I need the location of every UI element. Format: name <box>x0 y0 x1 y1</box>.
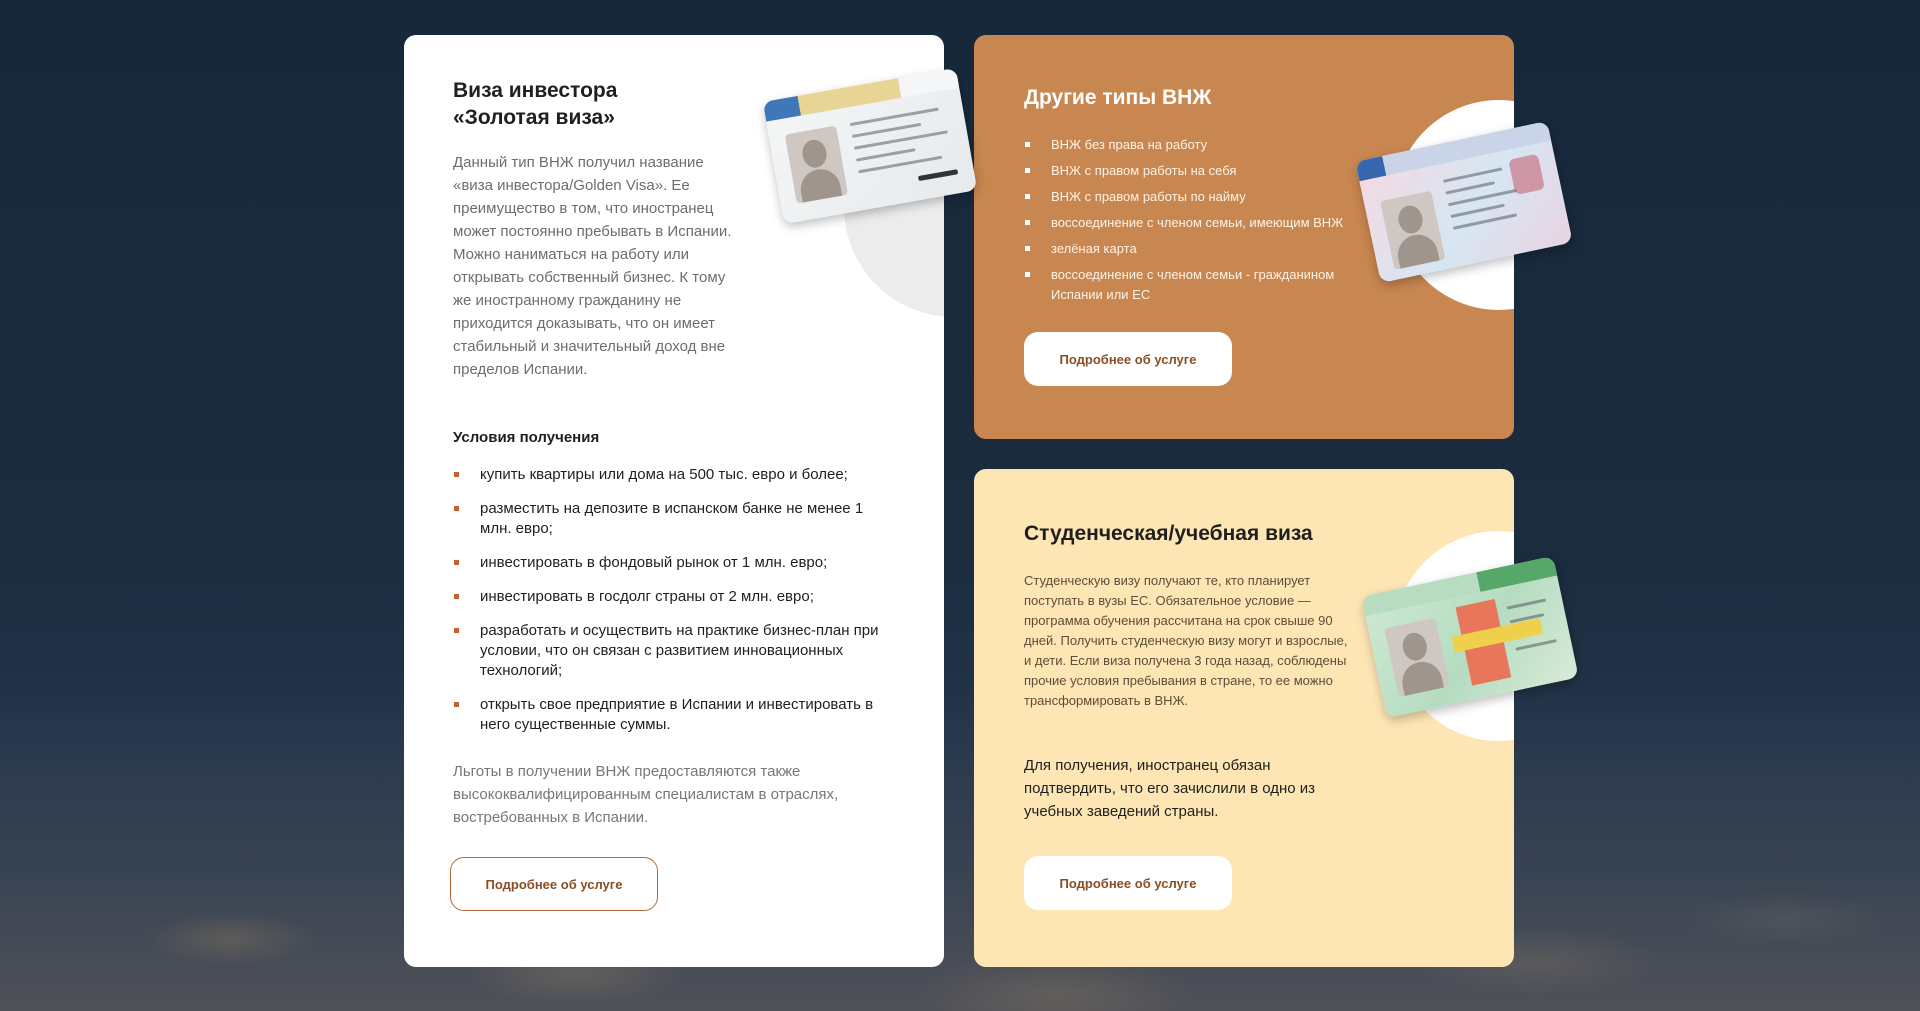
list-item: воссоединение с членом семьи, имеющим ВН… <box>1024 213 1379 233</box>
student-card-title: Студенческая/учебная виза <box>1024 522 1313 545</box>
list-item: разместить на депозите в испанском банке… <box>453 499 883 539</box>
student-visa-card: Студенческая/учебная виза Студенческую в… <box>974 469 1514 967</box>
text-line <box>1506 598 1547 610</box>
other-types-list: ВНЖ без права на работу ВНЖ с правом раб… <box>1024 135 1379 311</box>
list-item: ВНЖ без права на работу <box>1024 135 1379 155</box>
investor-title-line2: «Золотая виза» <box>453 106 615 129</box>
text-line <box>1515 639 1557 651</box>
investor-title-line1: Виза инвестора <box>453 79 618 102</box>
list-item: ВНЖ с правом работы по найму <box>1024 187 1379 207</box>
conditions-title: Условия получения <box>453 429 600 446</box>
conditions-list: купить квартиры или дома на 500 тыс. евр… <box>453 465 883 749</box>
student-description: Студенческую визу получают те, кто плани… <box>1024 573 1348 708</box>
investor-note: Льготы в получении ВНЖ предоставляются т… <box>453 763 839 826</box>
text-line <box>849 107 939 127</box>
portrait-icon <box>1380 190 1446 270</box>
text-line <box>1445 181 1495 195</box>
portrait-icon <box>784 125 849 204</box>
list-item: открыть свое предприятие в Испании и инв… <box>453 695 883 735</box>
portrait-icon <box>1384 617 1450 698</box>
text-line <box>855 148 916 162</box>
other-types-title: Другие типы ВНЖ <box>1024 86 1212 109</box>
student-note: Для получения, иностранец обязан подтвер… <box>1024 757 1316 820</box>
list-item: зелёная карта <box>1024 239 1379 259</box>
other-types-more-button[interactable]: Подробнее об услуге <box>1024 332 1232 386</box>
city-background <box>0 681 1920 1011</box>
text-line <box>1450 203 1505 219</box>
list-item: инвестировать в фондовый рынок от 1 млн.… <box>453 553 883 573</box>
text-line <box>917 169 959 182</box>
investor-description: Данный тип ВНЖ получил название «виза ин… <box>453 154 732 378</box>
investor-card-title: Виза инвестора «Золотая виза» <box>453 77 713 131</box>
list-item: разработать и осуществить на практике би… <box>453 621 883 681</box>
investor-more-button[interactable]: Подробнее об услуге <box>450 857 658 911</box>
coat-of-arms-icon <box>1508 153 1546 196</box>
list-item: купить квартиры или дома на 500 тыс. евр… <box>453 465 883 485</box>
list-item: воссоединение с членом семьи - гражданин… <box>1024 265 1379 305</box>
student-more-button[interactable]: Подробнее об услуге <box>1024 856 1232 910</box>
list-item: ВНЖ с правом работы на себя <box>1024 161 1379 181</box>
list-item: инвестировать в госдолг страны от 2 млн.… <box>453 587 883 607</box>
text-line <box>1452 213 1518 230</box>
